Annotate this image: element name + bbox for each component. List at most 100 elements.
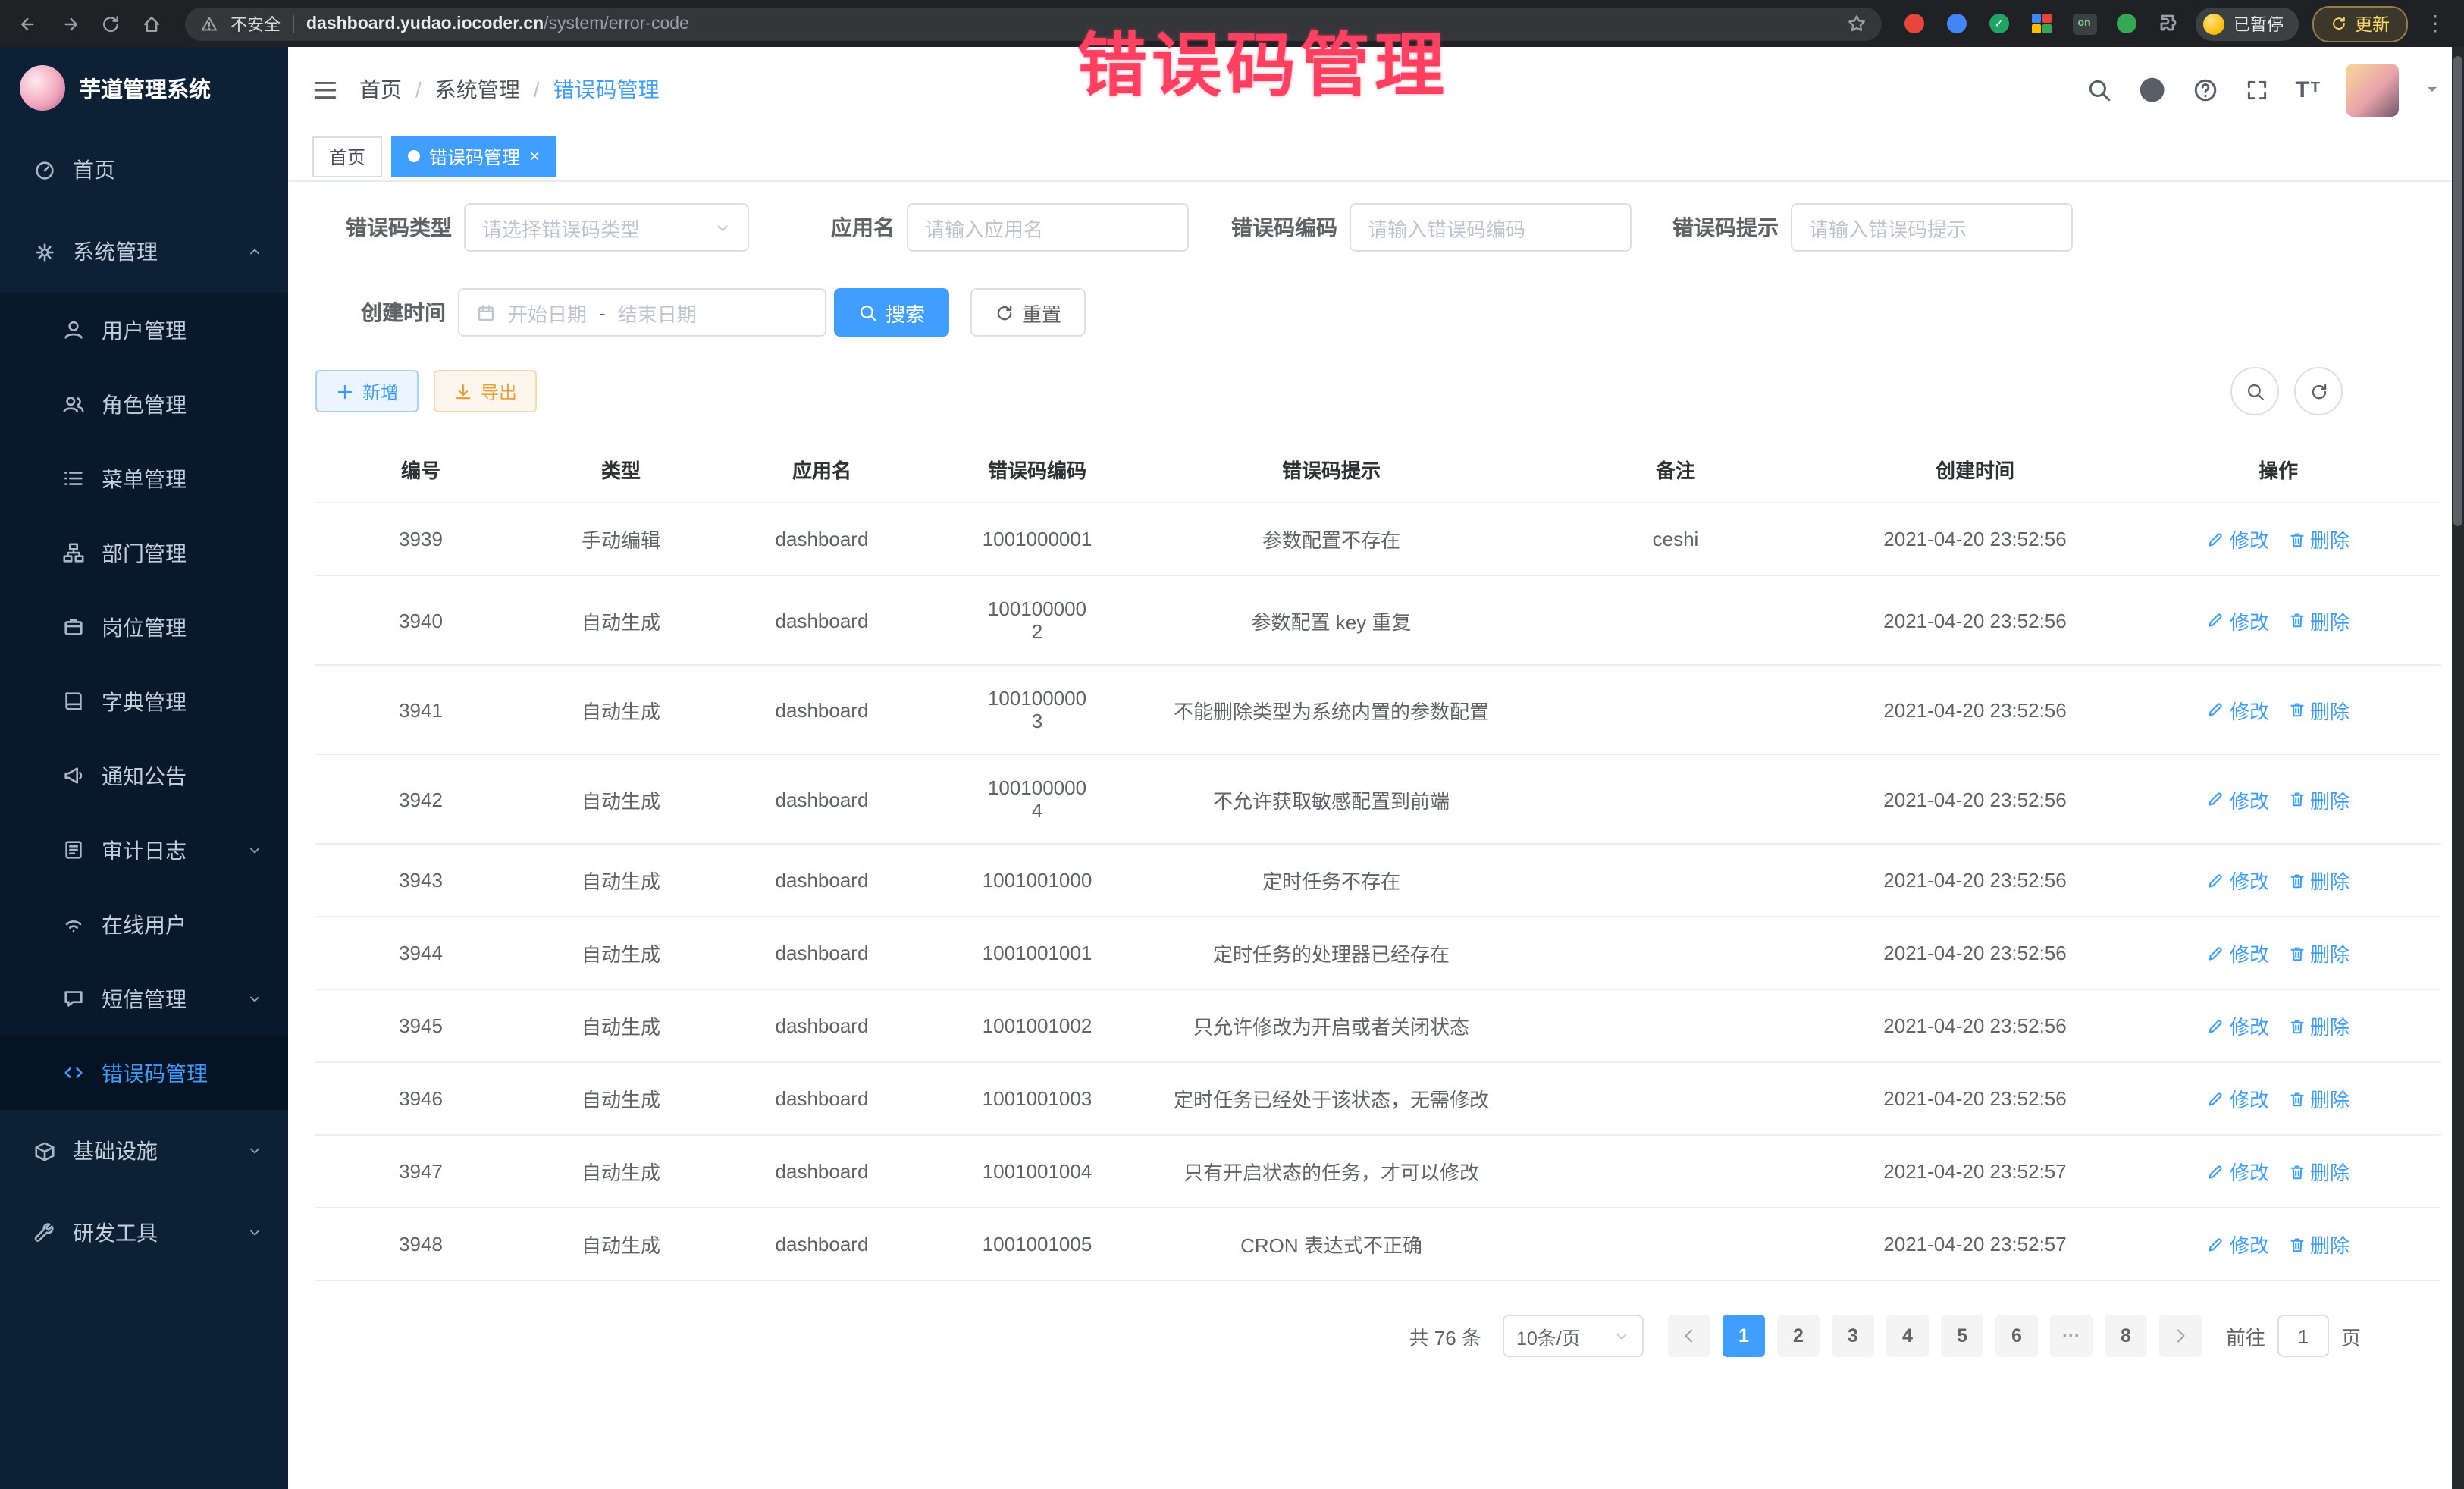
page-button-5[interactable]: 5 [1941,1315,1983,1357]
sidebar-item-notice[interactable]: 通知公告 [0,738,288,813]
extension-grid-icon[interactable] [2029,11,2055,36]
log-icon [61,839,86,861]
reset-button[interactable]: 重置 [970,288,1086,337]
delete-link[interactable]: 删除 [2287,1157,2350,1186]
cell-id: 3942 [315,754,526,844]
error-code-input[interactable]: 请输入错误码编码 [1350,203,1632,252]
security-label[interactable]: 不安全 [230,11,281,36]
sidebar-item-system[interactable]: 系统管理 [0,211,288,293]
scrollbar [2452,47,2464,1489]
edit-link[interactable]: 修改 [2207,1011,2269,1040]
sidebar-item-menu[interactable]: 菜单管理 [0,441,288,516]
sidebar-item-home[interactable]: 首页 [0,129,288,211]
tab-error-code[interactable]: 错误码管理× [391,136,556,177]
browser-menu-icon[interactable]: ⋮ [2422,10,2449,37]
user-avatar[interactable] [2346,63,2399,116]
badge-icon [61,616,86,638]
edit-link[interactable]: 修改 [2207,785,2269,813]
app-name-input[interactable]: 请输入应用名 [907,203,1189,252]
question-icon[interactable] [2192,77,2218,102]
github-icon[interactable] [2138,75,2166,103]
page-button-2[interactable]: 2 [1777,1315,1820,1357]
error-type-select[interactable]: 请选择错误码类型 [464,203,749,252]
forward-icon[interactable] [56,10,83,37]
breadcrumb-item[interactable]: 系统管理 [435,74,520,105]
edit-link[interactable]: 修改 [2207,695,2269,724]
page-button-1[interactable]: 1 [1723,1315,1765,1357]
delete-link[interactable]: 删除 [2287,785,2350,813]
edit-link[interactable]: 修改 [2207,1084,2269,1113]
delete-link[interactable]: 删除 [2287,1084,2350,1113]
prev-page-button[interactable] [1668,1315,1710,1357]
search-icon[interactable] [2086,77,2112,102]
page-ellipsis[interactable]: ··· [2050,1315,2093,1357]
sidebar-item-dept[interactable]: 部门管理 [0,516,288,590]
chevron-down-icon [247,1143,262,1158]
extensions-puzzle-icon[interactable] [2156,11,2182,36]
date-end-placeholder: 结束日期 [618,298,697,327]
goto-page-input[interactable]: 1 [2277,1315,2329,1357]
delete-link[interactable]: 删除 [2287,1230,2350,1259]
sidebar-item-online-user[interactable]: 在线用户 [0,887,288,961]
extension-red-icon[interactable] [1901,11,1927,36]
page-button-6[interactable]: 6 [1995,1315,2038,1357]
search-button[interactable]: 搜索 [834,288,949,337]
add-button[interactable]: 新增 [315,370,419,412]
cell-id: 3945 [315,989,526,1062]
chevron-up-icon [247,244,262,259]
edit-link[interactable]: 修改 [2207,1230,2269,1259]
date-range-picker[interactable]: 开始日期 - 结束日期 [458,288,826,337]
edit-link[interactable]: 修改 [2207,1157,2269,1186]
sidebar-item-user[interactable]: 用户管理 [0,293,288,367]
profile-paused-badge[interactable]: 已暂停 [2196,7,2299,40]
bookmark-star-icon[interactable] [1847,14,1867,33]
sidebar-item-role[interactable]: 角色管理 [0,367,288,441]
breadcrumb-item[interactable]: 首页 [359,74,402,105]
page-button-3[interactable]: 3 [1832,1315,1874,1357]
fullscreen-icon[interactable] [2243,77,2269,102]
caret-down-icon[interactable] [2425,82,2440,97]
sidebar-item-audit-log[interactable]: 审计日志 [0,813,288,887]
error-hint-input[interactable]: 请输入错误码提示 [1791,203,2073,252]
close-icon[interactable]: × [529,147,540,165]
refresh-icon[interactable] [97,10,124,37]
tab-home[interactable]: 首页 [312,136,382,177]
browser-update-button[interactable]: 更新 [2312,5,2408,42]
page-size-select[interactable]: 10条/页 [1503,1315,1644,1357]
next-page-button[interactable] [2159,1315,2202,1357]
delete-link[interactable]: 删除 [2287,1011,2350,1040]
edit-link[interactable]: 修改 [2207,939,2269,967]
address-bar[interactable]: 不安全 dashboard.yudao.iocoder.cn/system/er… [185,7,1882,40]
back-icon[interactable] [15,10,42,37]
page-button-8[interactable]: 8 [2105,1315,2147,1357]
toggle-search-button[interactable] [2230,367,2279,415]
edit-link[interactable]: 修改 [2207,606,2269,635]
sidebar-item-post[interactable]: 岗位管理 [0,590,288,664]
delete-link[interactable]: 删除 [2287,695,2350,724]
edit-link[interactable]: 修改 [2207,525,2269,553]
hamburger-icon[interactable] [312,77,338,102]
extension-blue-icon[interactable] [1944,11,1970,36]
delete-link[interactable]: 删除 [2287,939,2350,967]
delete-link[interactable]: 删除 [2287,525,2350,553]
sidebar-item-dict[interactable]: 字典管理 [0,664,288,738]
date-separator: - [599,301,606,324]
scrollbar-thumb[interactable] [2453,56,2462,526]
sidebar-item-error-code[interactable]: 错误码管理 [0,1036,288,1110]
extension-green-icon[interactable] [2114,11,2140,36]
edit-link[interactable]: 修改 [2207,866,2269,895]
export-button[interactable]: 导出 [434,370,537,412]
tab-label: 首页 [329,143,365,169]
sidebar-item-sms[interactable]: 短信管理 [0,961,288,1036]
delete-link[interactable]: 删除 [2287,866,2350,895]
delete-link[interactable]: 删除 [2287,606,2350,635]
extension-on-badge-icon[interactable]: on [2071,11,2097,36]
users-icon [61,393,86,415]
sidebar-item-dev-tools[interactable]: 研发工具 [0,1192,288,1274]
refresh-table-button[interactable] [2294,367,2343,415]
font-size-icon[interactable]: TT [2295,78,2320,101]
home-icon[interactable] [138,10,165,37]
page-button-4[interactable]: 4 [1886,1315,1929,1357]
extension-green-check-icon[interactable]: ✓ [1986,11,2012,36]
sidebar-item-infra[interactable]: 基础设施 [0,1110,288,1192]
